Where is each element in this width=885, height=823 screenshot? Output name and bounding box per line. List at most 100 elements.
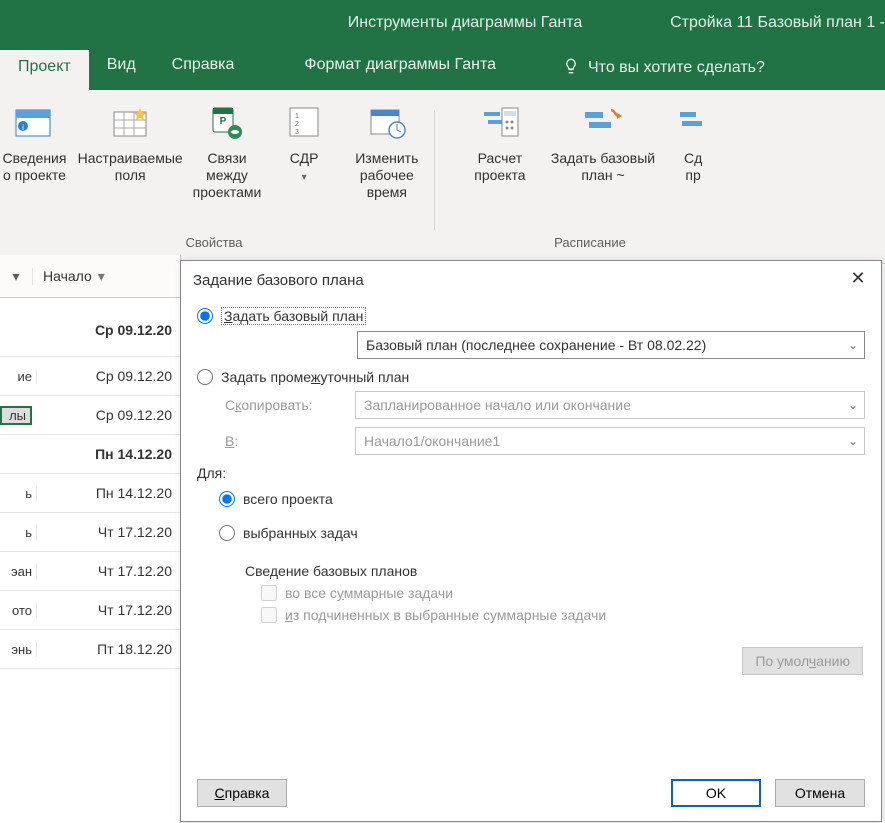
merge-baselines-section: Сведение базовых планов (245, 563, 865, 579)
wbs-button[interactable]: 123 СДР ▾ (271, 100, 337, 201)
baseline-label-2: план ~ (581, 167, 624, 183)
table-row[interactable]: отоЧт 17.12.20 (0, 591, 180, 630)
change-worktime-button[interactable]: Изменитьрабочее время (337, 100, 436, 201)
worktime-label-2: рабочее время (360, 167, 414, 200)
calc-label-1: Расчет (478, 150, 523, 166)
into-label: В: (225, 433, 345, 449)
into-combo: Начало1/окончание1 ⌄ (355, 427, 865, 455)
help-button[interactable]: Справка (197, 779, 287, 807)
project-links-icon: P (205, 100, 249, 144)
table-row[interactable]: Ср 09.12.20 (0, 298, 180, 357)
copy-label: Скопировать: (225, 397, 345, 413)
links-between-projects-button[interactable]: P Связи междупроектами (183, 100, 271, 201)
cancel-button[interactable]: Отмена (775, 779, 865, 807)
move-project-icon (671, 100, 715, 144)
cell-start-date[interactable]: Пн 14.12.20 (37, 485, 180, 501)
title-bar: Инструменты диаграммы Ганта Стройка 11 Б… (0, 0, 885, 46)
row-fragment-left: ь (0, 486, 37, 501)
file-title: Стройка 11 Базовый план 1 - (670, 14, 885, 32)
radio-whole-project[interactable] (219, 491, 235, 507)
tab-help[interactable]: Справка (154, 46, 253, 90)
cell-start-date[interactable]: Ср 09.12.20 (37, 316, 180, 338)
svg-text:P: P (220, 116, 227, 127)
custom-fields-button[interactable]: Настраиваемыеполя (77, 100, 182, 201)
radio-set-baseline[interactable] (197, 308, 213, 324)
row-fragment-left: ие (0, 369, 37, 384)
for-label: Для: (197, 465, 865, 481)
ribbon: i Сведенияо проекте Настраиваемыеполя P … (0, 90, 885, 264)
checkbox-all-summary (261, 585, 277, 601)
baseline-icon (581, 100, 625, 144)
task-grid: ▾ Начало ▾ Ср 09.12.20иеСр 09.12.20лыСр … (0, 255, 181, 823)
wbs-label-1: СДР (290, 150, 319, 166)
custom-fields-label-1: Настраиваемые (78, 150, 183, 166)
worktime-label-1: Изменить (355, 150, 418, 166)
tab-project[interactable]: Проект (0, 50, 89, 90)
table-row[interactable]: иеСр 09.12.20 (0, 357, 180, 396)
ribbon-tabs: Проект Вид Справка Формат диаграммы Гант… (0, 46, 885, 90)
tell-me-label: Что вы хотите сделать? (588, 59, 765, 77)
radio-set-interim-label: Задать промежуточный план (221, 369, 409, 385)
wbs-icon: 123 (282, 100, 326, 144)
baseline-combo-value: Базовый план (последнее сохранение - Вт … (366, 337, 706, 353)
chevron-down-icon: ▾ (302, 172, 307, 183)
column-header-row: ▾ Начало ▾ (0, 255, 180, 298)
checkbox-sub-to-selected (261, 607, 277, 623)
svg-text:3: 3 (295, 129, 299, 136)
links-label-1: Связи между (206, 150, 248, 183)
ribbon-group-schedule: Расписание (441, 235, 739, 250)
links-label-2: проектами (193, 184, 262, 200)
row-fragment-left: эан (0, 564, 37, 579)
table-row[interactable]: ьЧт 17.12.20 (0, 513, 180, 552)
radio-selected-tasks-label: выбранных задач (243, 525, 358, 541)
tell-me-search[interactable]: Что вы хотите сделать? (548, 46, 779, 90)
ribbon-group-properties: Свойства (0, 235, 428, 250)
baseline-combo[interactable]: Базовый план (последнее сохранение - Вт … (357, 331, 865, 359)
checkbox-all-summary-label: во все суммарные задачи (285, 585, 453, 601)
project-info-label-2: о проекте (3, 167, 66, 183)
ok-button[interactable]: OK (671, 779, 761, 807)
cell-start-date[interactable]: Чт 17.12.20 (37, 563, 180, 579)
change-worktime-icon (365, 100, 409, 144)
tab-view[interactable]: Вид (89, 46, 154, 90)
svg-text:1: 1 (295, 113, 299, 120)
row-fragment-left: ь (0, 525, 37, 540)
calculate-icon (478, 100, 522, 144)
project-info-label-1: Сведения (3, 150, 67, 166)
radio-set-interim[interactable] (197, 369, 213, 385)
table-row[interactable]: ьПн 14.12.20 (0, 474, 180, 513)
cell-start-date[interactable]: Ср 09.12.20 (32, 407, 180, 423)
cell-start-date[interactable]: Пн 14.12.20 (37, 446, 180, 462)
table-row[interactable]: лыСр 09.12.20 (0, 396, 180, 435)
row-fragment-left: лы (0, 406, 32, 425)
tab-format-gantt[interactable]: Формат диаграммы Ганта (282, 46, 518, 90)
cell-start-date[interactable]: Пт 18.12.20 (37, 641, 180, 657)
table-row[interactable]: Пн 14.12.20 (0, 435, 180, 474)
filter-dropdown-icon[interactable]: ▾ (0, 268, 33, 285)
column-header-start[interactable]: Начало ▾ (33, 268, 180, 285)
table-row[interactable]: эньПт 18.12.20 (0, 630, 180, 669)
close-icon[interactable]: ✕ (845, 269, 871, 291)
copy-combo-value: Запланированное начало или окончание (364, 397, 631, 413)
set-baseline-button[interactable]: Задать базовыйплан ~ (543, 100, 663, 184)
custom-fields-icon (108, 100, 152, 144)
into-combo-value: Начало1/окончание1 (364, 433, 500, 449)
row-fragment-left: энь (0, 642, 37, 657)
cell-start-date[interactable]: Ср 09.12.20 (37, 368, 180, 384)
baseline-label-1: Задать базовый (551, 150, 655, 166)
move-label-1: Сд (684, 150, 702, 166)
radio-set-baseline-label: Задать базовый план (221, 307, 366, 325)
cell-start-date[interactable]: Чт 17.12.20 (37, 602, 180, 618)
move-project-button[interactable]: Сдпр (663, 100, 723, 184)
svg-text:2: 2 (295, 121, 299, 128)
table-row[interactable]: эанЧт 17.12.20 (0, 552, 180, 591)
chevron-down-icon: ⌄ (848, 398, 858, 412)
radio-selected-tasks[interactable] (219, 525, 235, 541)
lightbulb-icon (562, 57, 580, 80)
contextual-tab-title: Инструменты диаграммы Ганта (300, 14, 630, 32)
cell-start-date[interactable]: Чт 17.12.20 (37, 524, 180, 540)
project-info-button[interactable]: i Сведенияо проекте (0, 100, 77, 201)
calculate-project-button[interactable]: Расчетпроекта (457, 100, 543, 184)
calc-label-2: проекта (474, 167, 525, 183)
svg-text:i: i (23, 123, 25, 132)
